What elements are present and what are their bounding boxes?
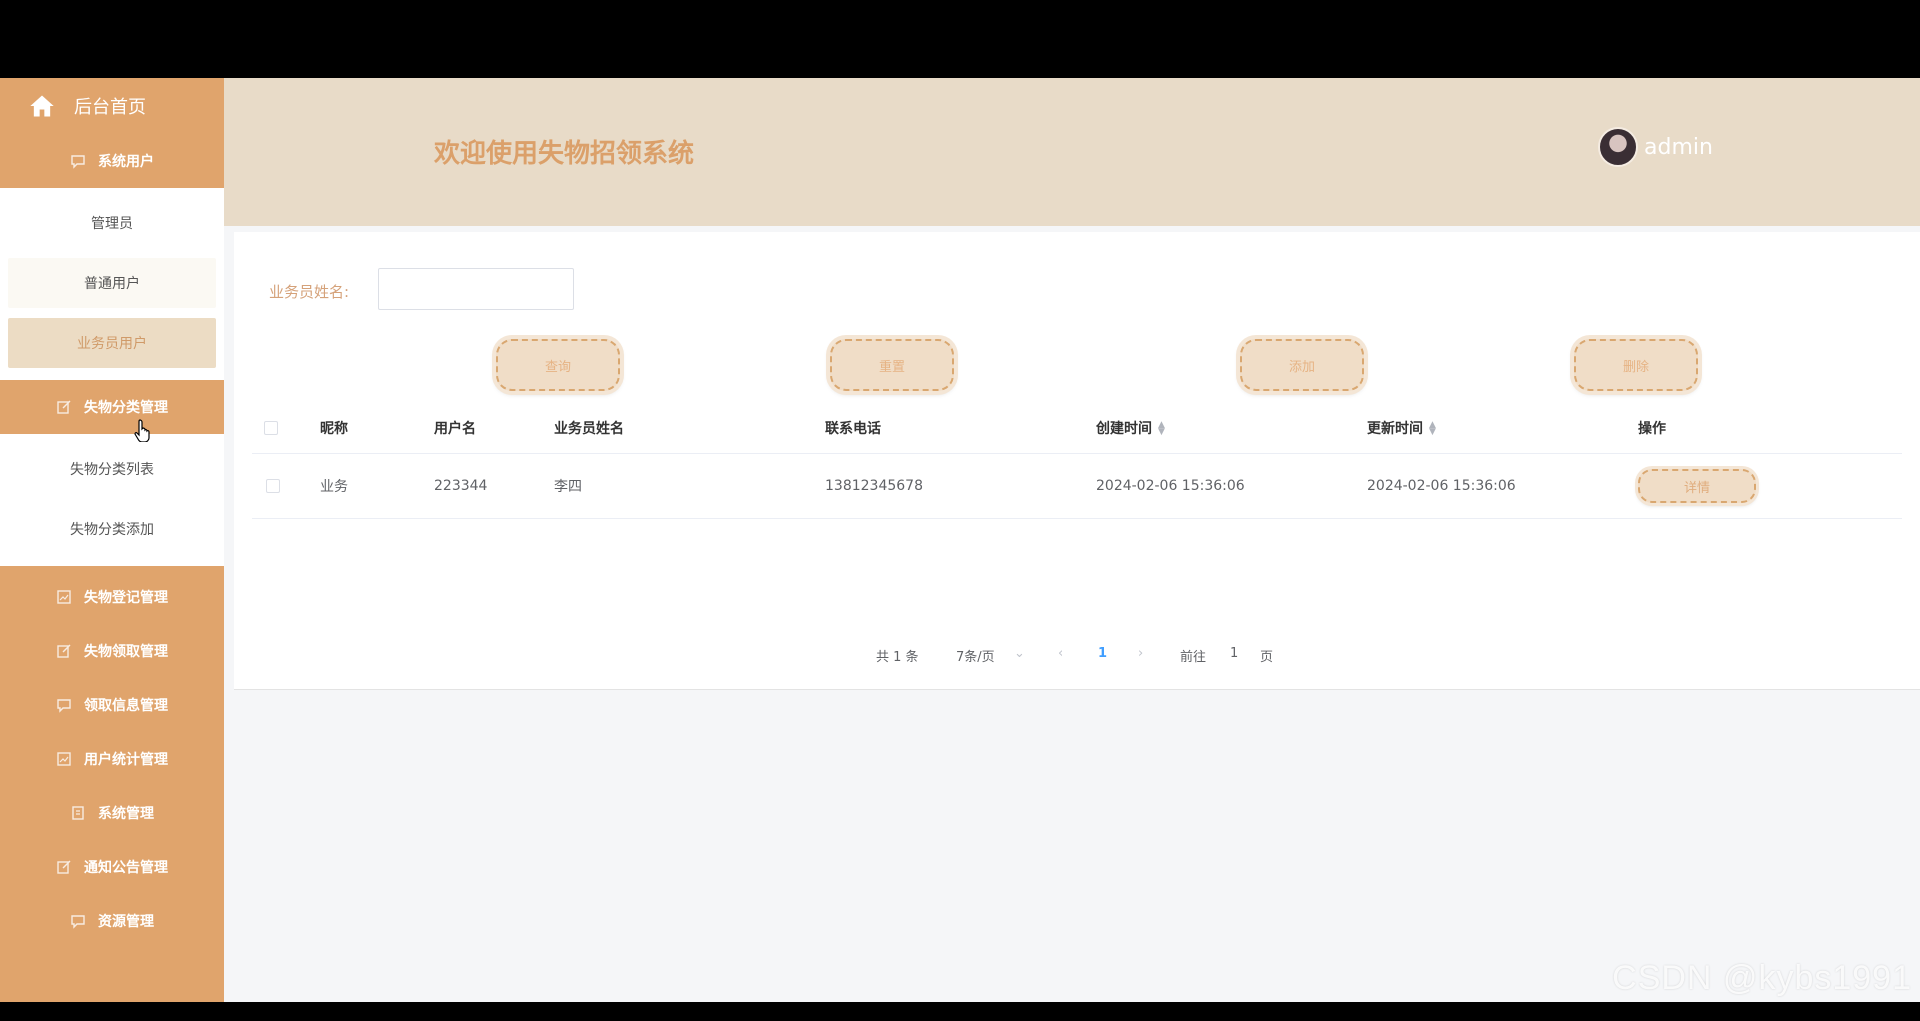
cell-name: 李四 [554, 479, 582, 495]
column-header: 联系电话 [825, 420, 881, 437]
sidebar-group-resource[interactable]: 资源管理 [0, 894, 224, 948]
column-header: 创建时间 [1096, 420, 1152, 437]
add-button[interactable]: 添加 [1240, 339, 1364, 391]
hand-cursor-icon [134, 419, 150, 442]
sidebar-group-system-users[interactable]: 系统用户 [0, 134, 224, 188]
goto-input[interactable]: 1 [1230, 646, 1238, 661]
page-number-current[interactable]: 1 [1098, 646, 1107, 661]
chat-icon [56, 697, 72, 713]
detail-button[interactable]: 详情 [1638, 469, 1756, 503]
chart-icon [56, 589, 72, 605]
sidebar-group-label: 失物领取管理 [84, 644, 168, 660]
sidebar-group-label: 失物分类管理 [84, 400, 168, 416]
edit-icon [56, 859, 72, 875]
row-checkbox[interactable] [266, 479, 280, 493]
submenu-category: 失物分类列表 失物分类添加 [0, 434, 224, 566]
sidebar-group-user-stats[interactable]: 用户统计管理 [0, 732, 224, 786]
sidebar-group-label: 领取信息管理 [84, 698, 168, 714]
search-input[interactable] [378, 268, 574, 310]
user-menu[interactable]: admin [1598, 127, 1713, 167]
sidebar-group-claim-info[interactable]: 领取信息管理 [0, 678, 224, 732]
table-row: 业务 223344 李四 13812345678 2024-02-06 15:3… [252, 454, 1902, 519]
sidebar-item-category-add[interactable]: 失物分类添加 [8, 504, 216, 554]
page-title: 欢迎使用失物招领系统 [434, 139, 695, 169]
sidebar-group-notice[interactable]: 通知公告管理 [0, 840, 224, 894]
query-button[interactable]: 查询 [496, 339, 620, 391]
sidebar-group-label: 用户统计管理 [84, 752, 168, 768]
edit-icon [56, 399, 72, 415]
column-header-sortable[interactable]: 创建时间 ▲ ▼ [1096, 418, 1165, 438]
column-header-sortable[interactable]: 更新时间 ▲ ▼ [1367, 418, 1436, 438]
sidebar-home-label: 后台首页 [74, 97, 146, 118]
sidebar-item-salesman-user[interactable]: 业务员用户 [8, 318, 216, 368]
cell-username: 223344 [434, 478, 488, 494]
chat-icon [70, 913, 86, 929]
sidebar-item-category-list[interactable]: 失物分类列表 [8, 444, 216, 494]
goto-label: 前往 [1180, 650, 1207, 665]
edit-icon [56, 643, 72, 659]
sidebar-group-lost-claim[interactable]: 失物领取管理 [0, 624, 224, 678]
pagination: 共 1 条 7条/页 ⌄ ‹ 1 › 前往 1 页 [234, 642, 1920, 666]
watermark: CSDN @kybs1991 [1612, 959, 1912, 997]
prev-page-icon[interactable]: ‹ [1058, 646, 1063, 661]
data-table: 昵称 用户名 业务员姓名 联系电话 创建时间 ▲ ▼ 更新时间 ▲ ▼ 操作 业务 22… [252, 402, 1902, 519]
sidebar-group-lost-register[interactable]: 失物登记管理 [0, 570, 224, 624]
sidebar-group-label: 资源管理 [98, 914, 154, 930]
reset-button[interactable]: 重置 [830, 339, 954, 391]
submenu-system-users: 管理员 普通用户 业务员用户 [0, 188, 224, 380]
sidebar-home[interactable]: 后台首页 [0, 78, 224, 134]
top-header: 欢迎使用失物招领系统 admin [224, 78, 1920, 226]
sort-icon[interactable]: ▲ ▼ [1429, 420, 1436, 436]
home-icon [30, 95, 54, 117]
doc-icon [70, 805, 86, 821]
avatar[interactable] [1598, 127, 1638, 167]
column-header: 昵称 [320, 420, 348, 437]
username[interactable]: admin [1644, 135, 1713, 160]
sidebar-item-normal-user[interactable]: 普通用户 [8, 258, 216, 308]
search-label: 业务员姓名: [269, 283, 350, 301]
cell-updated: 2024-02-06 15:36:06 [1367, 478, 1516, 494]
pagination-total: 共 1 条 [876, 650, 919, 665]
sidebar-group-label: 失物登记管理 [84, 590, 168, 606]
sidebar-group-system-manage[interactable]: 系统管理 [0, 786, 224, 840]
delete-button[interactable]: 删除 [1574, 339, 1698, 391]
app-window: 后台首页 系统用户 管理员 普通用户 业务员用户 失物分类管理 失物分类列表 失… [0, 78, 1920, 1002]
cell-phone: 13812345678 [825, 478, 923, 494]
cell-created: 2024-02-06 15:36:06 [1096, 478, 1245, 494]
cell-nickname: 业务 [320, 479, 348, 495]
sidebar-item-admin[interactable]: 管理员 [8, 198, 216, 248]
column-header: 操作 [1638, 420, 1666, 437]
sidebar-group-category[interactable]: 失物分类管理 [0, 380, 224, 434]
column-header: 业务员姓名 [554, 420, 624, 437]
sidebar-group-label: 通知公告管理 [84, 860, 168, 876]
sort-icon[interactable]: ▲ ▼ [1158, 420, 1165, 436]
main-content: 业务员姓名: 查询 重置 添加 删除 昵称 用户名 业务员姓名 联系电话 创建时… [234, 232, 1920, 690]
column-header: 更新时间 [1367, 420, 1423, 437]
chevron-down-icon[interactable]: ⌄ [1014, 646, 1025, 661]
sidebar-group-label: 系统管理 [98, 806, 154, 822]
column-header: 用户名 [434, 420, 476, 437]
sidebar-group-label: 系统用户 [98, 154, 154, 170]
select-all-checkbox[interactable] [264, 420, 278, 435]
table-header: 昵称 用户名 业务员姓名 联系电话 创建时间 ▲ ▼ 更新时间 ▲ ▼ 操作 [252, 402, 1902, 454]
page-unit-label: 页 [1260, 650, 1274, 665]
page-size-select[interactable]: 7条/页 [956, 646, 995, 665]
chart-icon [56, 751, 72, 767]
chat-icon [70, 153, 86, 169]
next-page-icon[interactable]: › [1138, 646, 1143, 661]
sidebar: 后台首页 系统用户 管理员 普通用户 业务员用户 失物分类管理 失物分类列表 失… [0, 78, 224, 1002]
